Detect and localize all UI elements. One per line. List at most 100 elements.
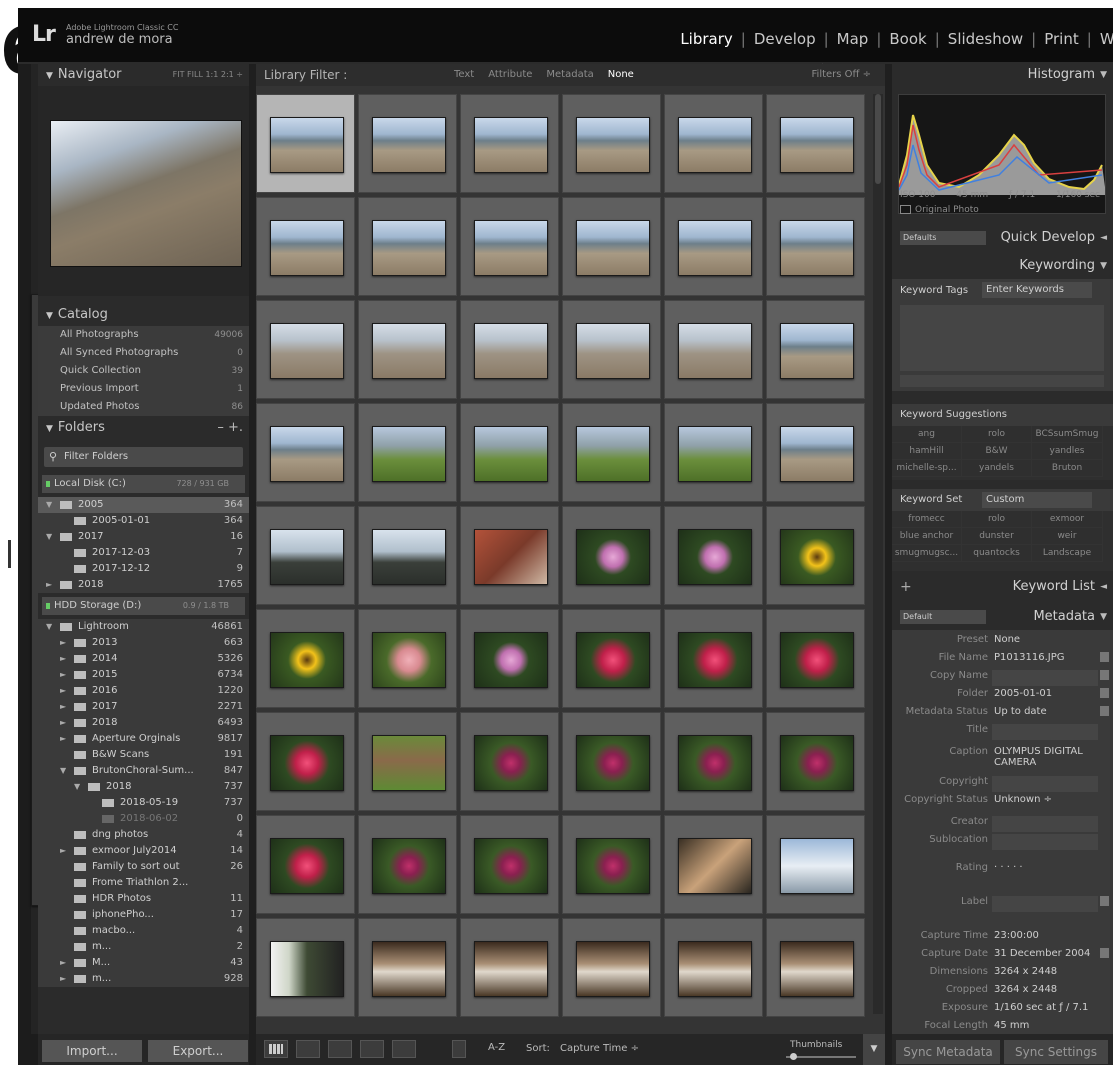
photo-thumbnail[interactable] [372,117,446,173]
photo-thumbnail[interactable] [270,632,344,688]
disclosure-triangle-icon[interactable]: ► [60,699,66,715]
photo-thumbnail[interactable] [474,632,548,688]
grid-cell[interactable] [766,918,865,1017]
metadata-value[interactable]: 2005-01-01 [994,688,1100,699]
photo-thumbnail[interactable] [474,735,548,791]
left-scrollbar[interactable] [31,64,40,1034]
metadata-value[interactable]: 31 December 2004 [994,948,1100,959]
disclosure-triangle-icon[interactable]: ► [60,635,66,651]
grid-cell[interactable] [358,506,457,605]
folder-add-remove[interactable]: – +. [217,417,243,439]
folder-row[interactable]: ► exmoor July2014 14 [38,843,249,859]
folder-row[interactable]: 2017-12-03 7 [38,545,249,561]
photo-thumbnail[interactable] [372,323,446,379]
grid-cell[interactable] [460,609,559,708]
original-photo-checkbox[interactable]: Original Photo [900,205,979,215]
export-button[interactable]: Export... [148,1040,248,1062]
module-book[interactable]: Book [889,30,926,48]
navigator-header[interactable]: ▼ Navigator FIT FILL 1:1 2:1 ÷ [38,64,249,86]
photo-thumbnail[interactable] [780,220,854,276]
filter-folders-input[interactable]: ⚲ Filter Folders [44,447,243,467]
photo-thumbnail[interactable] [678,632,752,688]
photo-thumbnail[interactable] [474,117,548,173]
catalog-item[interactable]: Updated Photos 86 [38,398,249,416]
grid-cell[interactable] [358,403,457,502]
keyword-chip[interactable]: B&W [962,443,1032,460]
folder-row[interactable]: ► 2018 1765 [38,577,249,593]
photo-thumbnail[interactable] [474,941,548,997]
grid-cell[interactable] [358,918,457,1017]
import-button[interactable]: Import... [42,1040,142,1062]
filter-tab-text[interactable]: Text [454,64,474,86]
histogram-header[interactable]: Histogram ▼ [892,64,1113,86]
keyword-chip[interactable]: exmoor [1032,511,1103,528]
grid-cell[interactable] [460,712,559,811]
catalog-header[interactable]: ▼ Catalog [38,304,249,326]
photo-thumbnail[interactable] [576,220,650,276]
metadata-field[interactable] [992,816,1098,832]
photo-thumbnail[interactable] [780,117,854,173]
grid-cell[interactable] [562,609,661,708]
catalog-item[interactable]: All Synced Photographs 0 [38,344,249,362]
keyword-chip[interactable]: weir [1032,528,1103,545]
keyword-chip[interactable]: hamHill [892,443,962,460]
metadata-value[interactable]: 23:00:00 [994,930,1100,941]
photo-thumbnail[interactable] [780,632,854,688]
metadata-action-icon[interactable] [1100,948,1109,958]
folder-row[interactable]: 2018-05-19 737 [38,795,249,811]
photo-thumbnail[interactable] [372,220,446,276]
grid-cell[interactable] [358,94,457,193]
folder-row[interactable]: 2017-12-12 9 [38,561,249,577]
folder-row[interactable]: ▼ BrutonChoral-Sum... 847 [38,763,249,779]
grid-cell[interactable] [256,197,355,296]
photo-thumbnail[interactable] [678,117,752,173]
disclosure-triangle-icon[interactable]: ► [60,843,66,859]
compare-view-button[interactable] [328,1040,352,1058]
disclosure-triangle-icon[interactable]: ► [60,667,66,683]
module-print[interactable]: Print [1044,30,1079,48]
photo-thumbnail[interactable] [678,838,752,894]
keyword-chip[interactable]: fromecc [892,511,962,528]
photo-thumbnail[interactable] [270,323,344,379]
grid-cell[interactable] [562,506,661,605]
photo-thumbnail[interactable] [372,941,446,997]
folder-row[interactable]: ▼ Lightroom 46861 [38,619,249,635]
photo-thumbnail[interactable] [474,426,548,482]
metadata-value[interactable]: 3264 x 2448 [994,984,1100,995]
photo-thumbnail[interactable] [780,838,854,894]
keyword-chip[interactable]: Bruton [1032,460,1103,477]
metadata-value[interactable]: Unknown ÷ [994,794,1100,805]
photo-thumbnail[interactable] [474,220,548,276]
metadata-action-icon[interactable] [1100,688,1109,698]
grid-cell[interactable] [460,403,559,502]
disclosure-triangle-icon[interactable]: ► [46,577,52,593]
keyword-chip[interactable]: dunster [962,528,1032,545]
grid-cell[interactable] [358,300,457,399]
grid-scrollbar[interactable] [873,94,883,1014]
grid-cell[interactable] [256,815,355,914]
loupe-view-button[interactable] [296,1040,320,1058]
folder-row[interactable]: ► 2017 2271 [38,699,249,715]
metadata-value[interactable]: Up to date [994,706,1100,717]
grid-cell[interactable] [766,197,865,296]
metadata-field[interactable] [992,896,1098,912]
quick-develop-header[interactable]: Defaults Quick Develop ◄ [892,227,1113,249]
grid-cell[interactable] [460,506,559,605]
photo-thumbnail[interactable] [678,323,752,379]
module-slideshow[interactable]: Slideshow [948,30,1023,48]
keyword-chip[interactable]: yandles [1032,443,1103,460]
grid-cell[interactable] [358,712,457,811]
survey-view-button[interactable] [360,1040,384,1058]
disclosure-triangle-icon[interactable]: ▼ [60,763,66,779]
module-library[interactable]: Library [680,30,732,48]
add-keyword-icon[interactable]: + [900,576,912,598]
catalog-item[interactable]: All Photographs 49006 [38,326,249,344]
metadata-value[interactable]: 1/160 sec at ƒ / 7.1 [994,1002,1100,1013]
metadata-header[interactable]: Default Metadata ▼ [892,606,1113,628]
grid-cell[interactable] [562,197,661,296]
photo-thumbnail[interactable] [270,838,344,894]
keyword-chip[interactable]: michelle-sp... [892,460,962,477]
folder-row[interactable]: 2005-01-01 364 [38,513,249,529]
disk-hdd[interactable]: HDD Storage (D:) 0.9 / 1.8 TB [42,597,245,615]
keyword-chip[interactable]: rolo [962,511,1032,528]
